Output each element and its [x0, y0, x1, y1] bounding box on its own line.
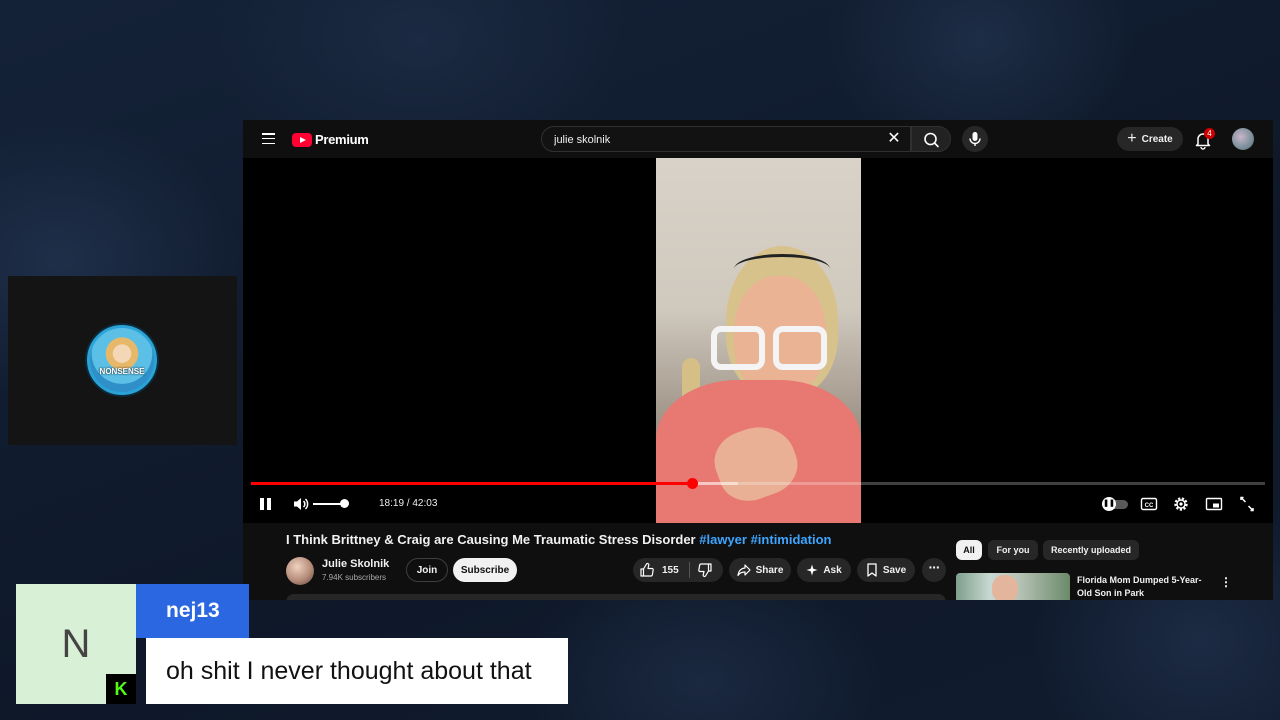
chat-message: oh shit I never thought about that — [166, 657, 532, 685]
subscribe-button[interactable]: Subscribe — [453, 558, 517, 582]
video-title-text: I Think Brittney & Craig are Causing Me … — [286, 532, 696, 547]
youtube-premium-label: Premium — [315, 132, 369, 147]
kick-logo-icon: K — [106, 674, 136, 704]
video-frame — [656, 158, 861, 523]
video-title: I Think Brittney & Craig are Causing Me … — [286, 532, 831, 547]
menu-icon[interactable] — [262, 133, 275, 145]
channel-name[interactable]: Julie Skolnik — [322, 558, 389, 570]
channel-avatar[interactable] — [286, 557, 314, 585]
chat-message-box: oh shit I never thought about that — [146, 638, 568, 704]
ask-button[interactable]: Ask — [797, 558, 851, 582]
time-display: 18:19 / 42:03 — [379, 498, 438, 509]
voice-search-button[interactable] — [962, 126, 988, 152]
search-button[interactable] — [911, 126, 951, 152]
progress-played — [251, 482, 693, 485]
recommended-video-thumbnail[interactable] — [956, 573, 1070, 600]
settings-button[interactable] — [1172, 494, 1190, 514]
fullscreen-button[interactable] — [1239, 494, 1255, 514]
streamer-logo-avatar: NONSENSE — [87, 325, 157, 395]
chip-recently-uploaded[interactable]: Recently uploaded — [1043, 540, 1139, 560]
subscriber-count: 7.94K subscribers — [322, 573, 387, 582]
volume-button[interactable] — [291, 494, 311, 514]
progress-bar[interactable] — [251, 478, 1265, 489]
bookmark-icon — [867, 563, 877, 577]
save-label: Save — [882, 564, 907, 576]
share-icon — [736, 564, 751, 577]
hashtag-link[interactable]: #intimidation — [751, 532, 832, 547]
speaker-icon — [294, 498, 309, 510]
gear-icon — [1174, 497, 1188, 511]
clear-search-icon[interactable]: ✕ — [884, 129, 904, 149]
closed-captions-icon: CC — [1140, 497, 1158, 511]
chip-all[interactable]: All — [956, 540, 982, 560]
volume-slider[interactable] — [313, 499, 349, 508]
more-actions-button[interactable]: ··· — [922, 558, 946, 582]
create-button[interactable]: + Create — [1117, 127, 1183, 151]
autoplay-pause-icon: ❚❚ — [1102, 497, 1116, 511]
streamer-logo-text: NONSENSE — [99, 367, 145, 376]
save-button[interactable]: Save — [857, 558, 915, 582]
chat-username-banner: nej13 — [136, 584, 249, 638]
notification-count-badge: 4 — [1204, 128, 1215, 139]
account-avatar[interactable] — [1232, 128, 1254, 150]
more-vertical-icon[interactable]: ⋮ — [1220, 575, 1232, 589]
microphone-icon — [969, 132, 981, 146]
like-dislike-group: 155 — [633, 558, 723, 582]
recommended-video-title[interactable]: Florida Mom Dumped 5-Year-Old Son in Par… — [1077, 574, 1215, 600]
volume-handle[interactable] — [339, 499, 349, 508]
autoplay-toggle[interactable]: ❚❚ — [1102, 494, 1128, 514]
search-box: ✕ — [541, 126, 911, 152]
video-player[interactable]: 18:19 / 42:03 ❚❚ CC — [243, 158, 1273, 523]
hashtag-link[interactable]: #lawyer — [699, 532, 747, 547]
youtube-window: Premium ✕ + Create — [243, 120, 1273, 600]
plus-icon: + — [1127, 129, 1137, 147]
pause-button[interactable] — [259, 494, 273, 514]
thumbs-up-icon[interactable] — [639, 562, 655, 578]
chat-username: nej13 — [166, 599, 220, 622]
svg-text:CC: CC — [1145, 503, 1154, 509]
youtube-masthead: Premium ✕ + Create — [243, 120, 1273, 158]
youtube-logo[interactable]: Premium — [292, 132, 369, 147]
share-button[interactable]: Share — [729, 558, 791, 582]
miniplayer-icon — [1205, 497, 1223, 511]
create-label: Create — [1141, 133, 1173, 145]
search-input[interactable] — [554, 131, 874, 149]
like-count[interactable]: 155 — [662, 565, 679, 576]
ask-label: Ask — [823, 564, 842, 576]
more-horizontal-icon: ··· — [928, 559, 941, 575]
description-box[interactable] — [286, 594, 946, 600]
captions-button[interactable]: CC — [1140, 494, 1158, 514]
youtube-play-logo-icon — [292, 132, 312, 147]
share-label: Share — [755, 564, 784, 576]
chip-for-you[interactable]: For you — [988, 540, 1038, 560]
fullscreen-icon — [1240, 496, 1254, 512]
progress-scrubber-handle[interactable] — [687, 478, 699, 489]
sparkle-icon — [806, 564, 818, 576]
search-icon — [924, 132, 939, 148]
thumbs-down-icon[interactable] — [697, 562, 713, 578]
join-button[interactable]: Join — [406, 558, 448, 582]
miniplayer-button[interactable] — [1205, 494, 1223, 514]
